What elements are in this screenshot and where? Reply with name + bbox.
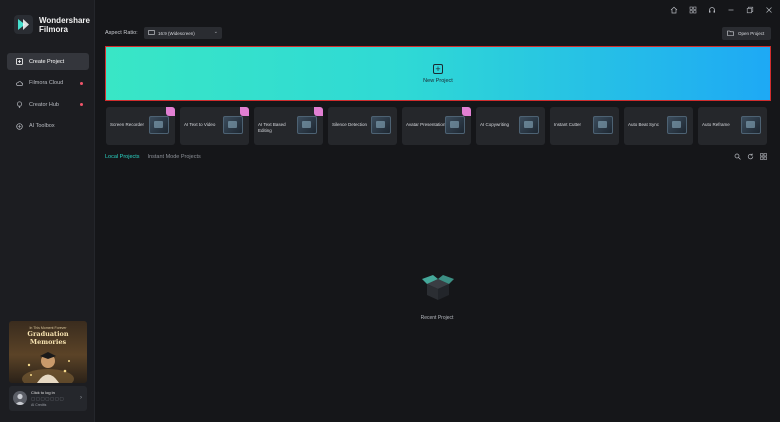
home-icon[interactable] (669, 5, 678, 14)
tile-label: AI Copywriting (480, 122, 510, 127)
sidebar-item-create-project[interactable]: Create Project (7, 53, 89, 70)
cloud-icon (16, 80, 23, 87)
project-list-tools (734, 153, 767, 160)
reframe-icon (741, 116, 761, 134)
ai-badge-icon (240, 107, 249, 116)
sidebar-item-label: Create Project (29, 58, 65, 65)
widescreen-icon (148, 30, 155, 36)
tile-ai-copywriting[interactable]: AI Copywriting (476, 107, 545, 145)
grid-apps-icon[interactable] (688, 5, 697, 14)
ai-icon (16, 122, 23, 130)
sidebar-item-label: Filmora Cloud (29, 80, 64, 86)
sidebar-item-label: Creator Hub (29, 101, 59, 108)
aspect-ratio-value: 16:9 (Widescreen) (158, 30, 195, 36)
tile-silence-detection[interactable]: Silence Detection (328, 107, 397, 145)
refresh-icon[interactable] (747, 153, 754, 160)
new-project-label: New Project (423, 78, 453, 84)
tile-label: Instant Cutter (554, 122, 582, 127)
open-project-button[interactable]: Open Project (722, 27, 771, 40)
notification-dot (80, 81, 83, 85)
tile-label: Silence Detection (332, 122, 368, 127)
beat-sync-icon (667, 116, 687, 134)
headset-support-icon[interactable] (707, 5, 716, 14)
sidebar-nav: Create Project Filmora Cloud Creator Hub… (7, 53, 89, 139)
tile-label: AI Text to Video (184, 122, 216, 127)
brand-line2: Filmora (39, 24, 68, 34)
tile-label: AI Text Based Editing (258, 122, 286, 133)
chevron-right-icon: › (80, 395, 82, 401)
restore-window-icon[interactable] (745, 5, 754, 14)
graduate-photo-icon (22, 352, 74, 383)
sidebar-item-ai-toolbox[interactable]: AI Toolbox (7, 118, 89, 135)
notification-dot (80, 103, 83, 106)
minimize-icon[interactable] (726, 5, 735, 14)
recent-project-label: Recent Project (420, 315, 454, 321)
tile-label: Auto Reframe (702, 122, 730, 127)
copywriting-icon (519, 116, 539, 134)
ai-credits-label: AI Credits (31, 403, 47, 407)
credits-placeholder: ▢▢▢▢▢▢▢ (31, 396, 65, 401)
screen-recorder-icon (149, 116, 169, 134)
sidebar-item-creator-hub[interactable]: Creator Hub (7, 96, 89, 113)
tile-label: Avatar Presentation (406, 122, 446, 127)
project-tabs: Local Projects Instant Mode Projects (105, 154, 201, 160)
sidebar-item-label: AI Toolbox (29, 123, 55, 129)
tile-ai-text-based-editing[interactable]: AI Text Based Editing (254, 107, 323, 145)
tile-instant-cutter[interactable]: Instant Cutter (550, 107, 619, 145)
search-icon[interactable] (734, 153, 741, 160)
tile-ai-text-to-video[interactable]: AI Text to Video (180, 107, 249, 145)
ai-badge-icon (166, 107, 175, 116)
text-to-video-icon (223, 116, 243, 134)
plus-icon: + (433, 64, 443, 74)
tile-screen-recorder[interactable]: Screen Recorder (106, 107, 175, 145)
aspect-ratio-label: Aspect Ratio: (105, 30, 138, 36)
brand-line1: Wondershare (39, 15, 90, 25)
aspect-ratio-select[interactable]: 16:9 (Widescreen) ⌄ (144, 27, 222, 39)
text-editing-icon (297, 116, 317, 134)
close-icon[interactable] (764, 5, 773, 14)
tile-auto-reframe[interactable]: Auto Reframe (698, 107, 767, 145)
grid-view-icon[interactable] (760, 153, 767, 160)
folder-icon (727, 30, 734, 37)
tile-avatar-presentation[interactable]: Avatar Presentation (402, 107, 471, 145)
ai-badge-icon (314, 107, 323, 116)
avatar (13, 391, 27, 405)
window-controls (669, 5, 773, 14)
sidebar: Wondershare Filmora Create Project Filmo… (0, 0, 95, 422)
avatar-presenter-icon (445, 116, 465, 134)
new-project-button[interactable]: + New Project (105, 46, 771, 101)
tile-label: Screen Recorder (110, 122, 145, 127)
tile-label: Auto Beat Sync (628, 122, 660, 127)
bulb-icon (16, 101, 23, 108)
app-logo: Wondershare Filmora (14, 15, 90, 34)
scissors-icon (593, 116, 613, 134)
filmora-logo-icon (14, 15, 33, 34)
empty-box-icon (419, 272, 457, 302)
tab-instant-mode-projects[interactable]: Instant Mode Projects (148, 154, 201, 160)
ai-badge-icon (462, 107, 471, 116)
tile-auto-beat-sync[interactable]: Auto Beat Sync (624, 107, 693, 145)
brand-name: Wondershare Filmora (39, 16, 90, 34)
sidebar-item-filmora-cloud[interactable]: Filmora Cloud (7, 75, 89, 92)
open-project-label: Open Project (738, 31, 765, 36)
headphones-icon (371, 116, 391, 134)
promo-banner[interactable]: In This Moment Forever Graduation Memori… (9, 321, 87, 383)
feature-tiles: Screen Recorder AI Text to Video AI Text… (106, 107, 767, 145)
film-plus-icon (16, 58, 23, 65)
tab-local-projects[interactable]: Local Projects (105, 154, 140, 160)
login-text: Click to log in (31, 390, 55, 395)
chevron-down-icon: ⌄ (213, 29, 218, 35)
account-panel[interactable]: Click to log in ▢▢▢▢▢▢▢ AI Credits › (9, 386, 87, 411)
